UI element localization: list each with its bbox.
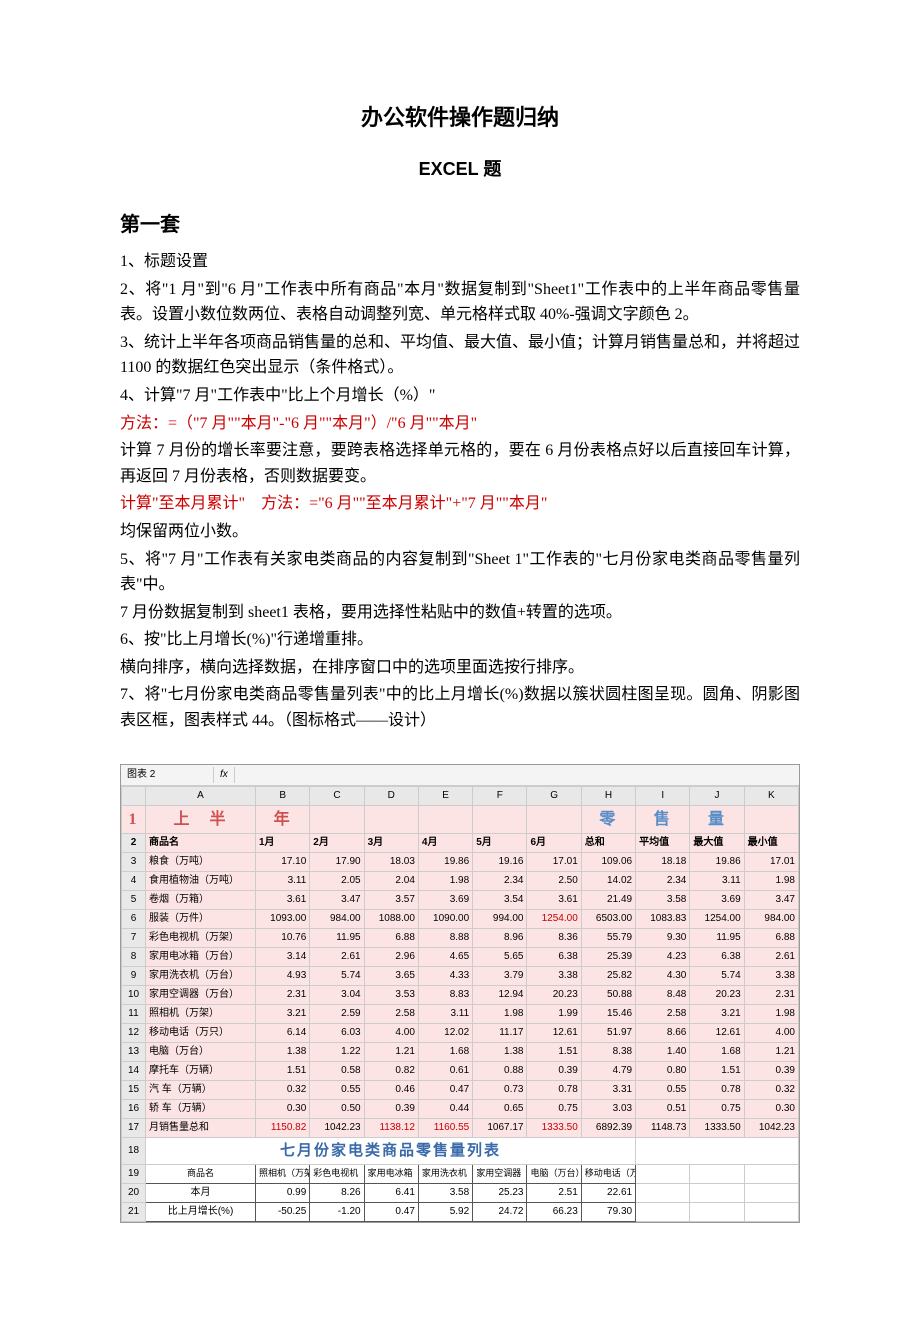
july-title-row: 18 七月份家电类商品零售量列表 [122, 1138, 799, 1165]
july-header-row: 19 商品名 照相机（万架） 彩色电视机（万架） 家用电冰箱（万台） 家用洗衣机… [122, 1165, 799, 1184]
para-3: 3、统计上半年各项商品销售量的总和、平均值、最大值、最小值；计算月销售量总和，并… [120, 330, 800, 381]
doc-title: 办公软件操作题归纳 [120, 100, 800, 135]
column-headers: ABC DEF GHI JK [122, 786, 799, 805]
table-title-row: 1 上 半年 零售量 [122, 805, 799, 834]
table-row: 12移动电话（万只）6.146.034.0012.0211.1712.6151.… [122, 1024, 799, 1043]
para-10: 7 月份数据复制到 sheet1 表格，要用选择性粘贴中的数值+转置的选项。 [120, 600, 800, 626]
table-row: 16轿 车（万辆）0.300.500.390.440.650.753.030.5… [122, 1100, 799, 1119]
table-row: 9家用洗衣机（万台）4.935.743.654.333.793.3825.824… [122, 967, 799, 986]
july-row-1: 20 本月 0.998.26 6.413.58 25.232.51 22.61 [122, 1184, 799, 1203]
formula-bar: 图表 2 fx [121, 765, 799, 786]
para-12: 横向排序，横向选择数据，在排序窗口中的选项里面选按行排序。 [120, 655, 800, 681]
doc-subtitle: EXCEL 题 [120, 155, 800, 184]
para-9: 5、将"7 月"工作表有关家电类商品的内容复制到"Sheet 1"工作表的"七月… [120, 547, 800, 598]
table-row: 4食用植物油（万吨）3.112.052.041.982.342.5014.022… [122, 872, 799, 891]
para-2: 2、将"1 月"到"6 月"工作表中所有商品"本月"数据复制到"Sheet1"工… [120, 277, 800, 328]
para-1: 1、标题设置 [120, 249, 800, 275]
para-13: 7、将"七月份家电类商品零售量列表"中的比上月增长(%)数据以簇状圆柱图呈现。圆… [120, 682, 800, 733]
table-row: 5卷烟（万箱）3.613.473.573.693.543.6121.493.58… [122, 891, 799, 910]
para-8: 均保留两位小数。 [120, 519, 800, 545]
table-header-row: 2 商品名 1月2月3月 4月5月6月 总和平均值最大值最小值 [122, 834, 799, 853]
table-row: 7彩色电视机（万架）10.7611.956.888.888.968.3655.7… [122, 929, 799, 948]
name-box[interactable]: 图表 2 [121, 767, 214, 783]
table-row: 3粮食（万吨）17.1017.9018.0319.8619.1617.01109… [122, 853, 799, 872]
table-row: 6服装（万件）1093.00984.001088.001090.00994.00… [122, 910, 799, 929]
para-5-method: 方法：=（"7 月""本月"-"6 月""本月"）/"6 月""本月" [120, 411, 800, 437]
table-row: 10家用空调器（万台）2.313.043.538.8312.9420.2350.… [122, 986, 799, 1005]
excel-screenshot: 图表 2 fx ABC DEF GHI JK 1 上 半年 零售量 2 商品名 … [120, 764, 800, 1224]
para-4: 4、计算"7 月"工作表中"比上个月增长（%）" [120, 383, 800, 409]
para-11: 6、按"比上月增长(%)"行递增重排。 [120, 627, 800, 653]
table-row: 14摩托车（万辆）1.510.580.820.610.880.394.790.8… [122, 1062, 799, 1081]
table-row: 8家用电冰箱（万台）3.142.612.964.655.656.3825.394… [122, 948, 799, 967]
table-row: 11照相机（万架）3.212.592.583.111.981.9915.462.… [122, 1005, 799, 1024]
july-row-2: 21 比上月增长(%) -50.25-1.20 0.475.92 24.7266… [122, 1203, 799, 1222]
table-row: 13电脑（万台）1.381.221.211.681.381.518.381.40… [122, 1043, 799, 1062]
total-row: 17 月销售量总和 1150.82 1042.23 1138.12 1160.5… [122, 1119, 799, 1138]
section-heading: 第一套 [120, 209, 800, 241]
spreadsheet-grid[interactable]: ABC DEF GHI JK 1 上 半年 零售量 2 商品名 1月2月3月 4… [121, 786, 799, 1223]
fx-icon[interactable]: fx [214, 767, 235, 783]
table-row: 15汽 车（万辆）0.320.550.460.470.730.783.310.5… [122, 1081, 799, 1100]
para-7-method: 计算"至本月累计" 方法：="6 月""至本月累计"+"7 月""本月" [120, 491, 800, 517]
para-6: 计算 7 月份的增长率要注意，要跨表格选择单元格的，要在 6 月份表格点好以后直… [120, 438, 800, 489]
